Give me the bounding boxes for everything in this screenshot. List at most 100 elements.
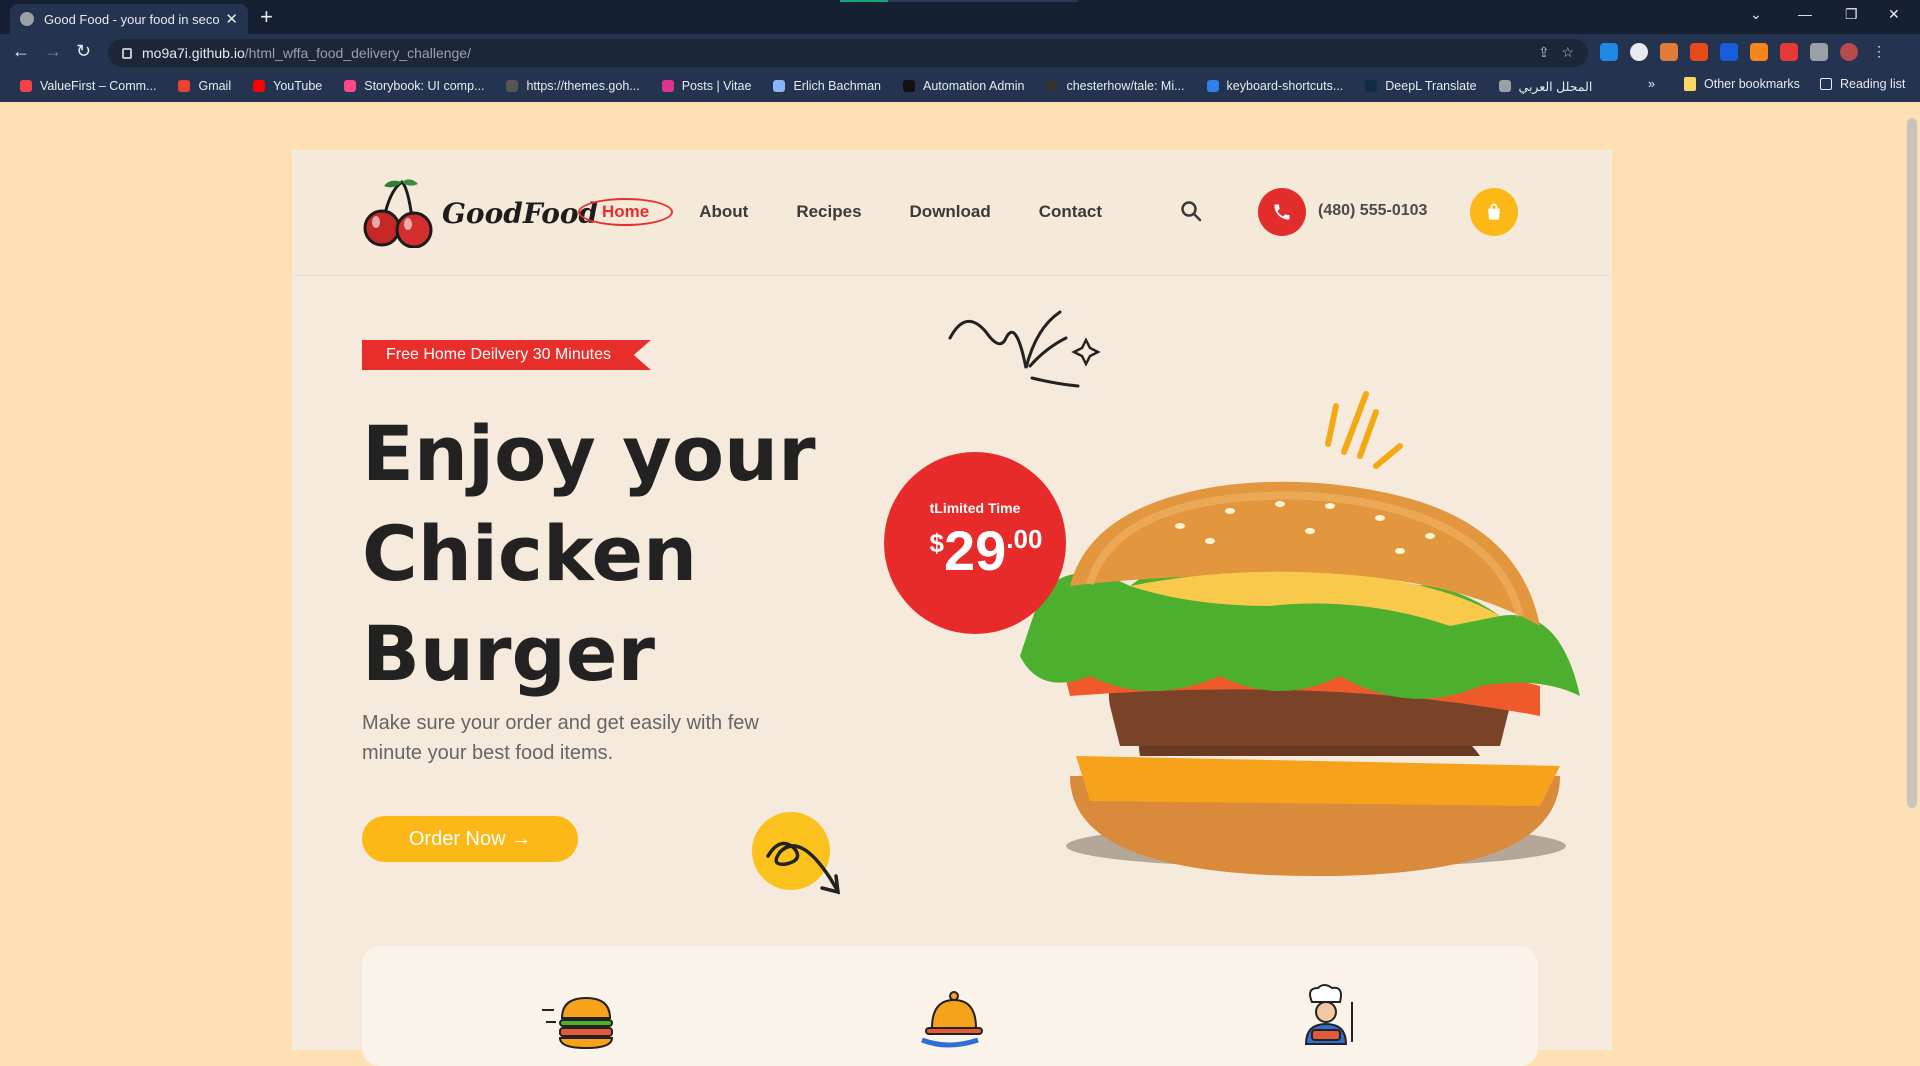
bookmark-label: Storybook: UI comp...	[364, 79, 485, 93]
bookmark-item[interactable]: ValueFirst – Comm...	[20, 79, 156, 93]
order-now-button[interactable]: Order Now →	[362, 816, 578, 862]
bookmark-item[interactable]: YouTube	[253, 79, 322, 93]
hero-subtitle: Make sure your order and get easily with…	[362, 712, 759, 764]
bookmark-favicon-icon	[773, 80, 786, 92]
browser-tab[interactable]: Good Food - your food in seconds ✕	[10, 4, 248, 34]
folder-icon	[1684, 77, 1696, 91]
bookmark-item[interactable]: DeepL Translate	[1365, 79, 1477, 93]
extension-icon[interactable]	[1780, 43, 1798, 61]
scroll-thumb[interactable]	[1907, 118, 1917, 808]
nav-contact[interactable]: Contact	[1039, 202, 1102, 222]
cherry-logo-icon	[363, 179, 433, 248]
bookmark-favicon-icon	[253, 80, 266, 92]
bookmark-item[interactable]: https://themes.goh...	[506, 79, 640, 93]
back-icon[interactable]: ←	[12, 41, 30, 62]
fast-delivery-burger-icon	[542, 996, 614, 1050]
address-bar[interactable]: mo9a7i.github.io /html_wffa_food_deliver…	[108, 39, 1588, 67]
forward-icon[interactable]: →	[44, 41, 62, 62]
extension-icon[interactable]	[1630, 43, 1648, 61]
bookmark-favicon-icon	[661, 80, 674, 92]
bookmark-label: YouTube	[273, 79, 323, 93]
bookmark-label: Gmail	[198, 79, 232, 93]
price-currency: $	[929, 528, 944, 558]
extensions-area: ⋮	[1600, 43, 1888, 61]
phone-button[interactable]	[1258, 188, 1306, 236]
bookmark-item[interactable]: Erlich Bachman	[773, 79, 881, 93]
tab-strip: Good Food - your food in seconds ✕ + ⌄ —…	[0, 0, 1920, 34]
bookmark-label: Automation Admin	[922, 79, 1025, 93]
close-tab-icon[interactable]: ✕	[225, 10, 238, 28]
bookmark-label: ValueFirst – Comm...	[40, 79, 157, 93]
cart-button[interactable]	[1470, 188, 1518, 236]
minimize-button[interactable]: —	[1798, 6, 1812, 22]
bookmark-favicon-icon	[1498, 80, 1511, 92]
features-strip	[362, 946, 1538, 1066]
bookmark-favicon-icon	[1046, 80, 1059, 92]
bookmark-item[interactable]: Posts | Vitae	[661, 79, 752, 93]
bookmark-favicon-icon	[902, 80, 915, 92]
bookmark-label: https://themes.goh...	[526, 79, 640, 93]
bookmark-favicon-icon	[178, 80, 191, 92]
other-bookmarks-label: Other bookmarks	[1704, 77, 1800, 91]
phone-icon	[1274, 204, 1290, 220]
bookmark-label: المحلل العربي	[1518, 79, 1593, 94]
browser-chrome: Good Food - your food in seconds ✕ + ⌄ —…	[0, 0, 1920, 102]
extension-icon[interactable]	[1720, 43, 1738, 61]
close-window-button[interactable]: ✕	[1888, 6, 1900, 23]
bookmark-favicon-icon	[20, 80, 32, 92]
nav-home[interactable]: Home	[578, 198, 674, 226]
doodle-decoration-icon	[948, 310, 1101, 388]
tab-title: Good Food - your food in seconds	[44, 11, 220, 27]
price-decimal: .00	[1006, 524, 1043, 554]
bookmark-item[interactable]: Storybook: UI comp...	[344, 79, 484, 93]
new-tab-button[interactable]: +	[260, 6, 273, 28]
promo-label: tLimited Time	[929, 500, 1021, 516]
extension-icon[interactable]	[1660, 43, 1678, 61]
serving-dish-icon	[921, 991, 983, 1048]
site-header: GoodFood Home About Recipes Download Con…	[292, 150, 1612, 276]
nav-about[interactable]: About	[699, 202, 748, 222]
more-bookmarks-button[interactable]: »	[1648, 77, 1655, 91]
extension-icon[interactable]	[1600, 43, 1618, 61]
main-nav: Home About Recipes Download Contact	[578, 198, 1150, 226]
nav-recipes[interactable]: Recipes	[796, 202, 861, 222]
bookmark-star-icon[interactable]: ⇪ ☆	[1538, 44, 1574, 61]
site-logo[interactable]: GoodFood	[362, 178, 598, 248]
brand-name: GoodFood	[442, 196, 599, 230]
bookmark-item[interactable]: Automation Admin	[902, 79, 1025, 93]
menu-icon[interactable]: ⋮	[1870, 43, 1888, 61]
tab-strip-accent-2	[888, 0, 1078, 2]
burger-image	[1020, 481, 1580, 876]
bookmark-favicon-icon	[344, 80, 357, 92]
reload-icon[interactable]: ↻	[76, 41, 91, 62]
nav-download[interactable]: Download	[910, 202, 991, 222]
search-icon[interactable]	[1180, 200, 1202, 222]
extension-icon[interactable]	[1690, 43, 1708, 61]
bookmark-item[interactable]: المحلل العربي	[1498, 79, 1593, 94]
bookmark-item[interactable]: Gmail	[178, 79, 231, 93]
price-tag: $29.00	[906, 518, 1066, 583]
bookmark-label: Posts | Vitae	[681, 79, 752, 93]
tab-search-icon[interactable]: ⌄	[1750, 6, 1762, 23]
bookmark-label: DeepL Translate	[1385, 79, 1477, 93]
phone-number[interactable]: (480) 555-0103	[1318, 202, 1427, 220]
reading-list[interactable]: Reading list	[1820, 77, 1905, 91]
swirl-arrow-icon	[766, 841, 841, 895]
puzzle-icon[interactable]	[1810, 43, 1828, 61]
lock-icon	[122, 47, 132, 59]
restore-button[interactable]: ❐	[1845, 6, 1858, 23]
other-bookmarks[interactable]: Other bookmarks	[1684, 77, 1800, 91]
bookmark-item[interactable]: keyboard-shortcuts...	[1206, 79, 1343, 93]
tab-strip-accent	[840, 0, 888, 2]
reading-list-icon	[1820, 78, 1832, 90]
bookmark-favicon-icon	[506, 80, 519, 92]
profile-avatar[interactable]	[1840, 43, 1858, 61]
reading-list-label: Reading list	[1840, 77, 1906, 91]
url-path: /html_wffa_food_delivery_challenge/	[244, 45, 471, 61]
globe-icon	[20, 12, 34, 26]
bookmark-label: chesterhow/tale: Mi...	[1066, 79, 1185, 93]
bookmark-favicon-icon	[1206, 80, 1219, 92]
bookmark-label: Erlich Bachman	[793, 79, 881, 93]
bookmark-item[interactable]: chesterhow/tale: Mi...	[1046, 79, 1185, 93]
extension-icon[interactable]	[1750, 43, 1768, 61]
